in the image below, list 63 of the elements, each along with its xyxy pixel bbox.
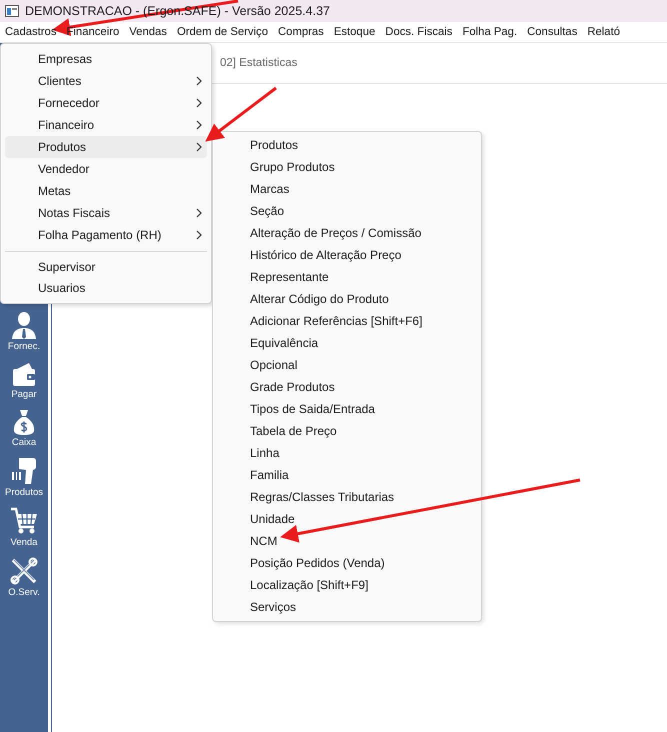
menu-item[interactable]: Opcional [213, 354, 481, 376]
menu-item[interactable]: Tipos de Saida/Entrada [213, 398, 481, 420]
menu-item[interactable]: Folha Pag. [462, 26, 518, 38]
menu-item[interactable]: Representante [213, 266, 481, 288]
menu-item[interactable]: Unidade [213, 508, 481, 530]
menu-item[interactable]: Linha [213, 442, 481, 464]
menu-item[interactable]: Tabela de Preço [213, 420, 481, 442]
menu-item[interactable]: Compras [278, 26, 324, 38]
menu-item[interactable]: Adicionar Referências [Shift+F6] [213, 310, 481, 332]
sidebar-label[interactable]: Venda [10, 537, 38, 548]
menu-item[interactable]: Equivalência [213, 332, 481, 354]
menu-item[interactable]: Estoque [334, 26, 376, 38]
sidebar-label[interactable]: Produtos [4, 487, 44, 498]
menu-item[interactable]: Fornecedor [5, 92, 207, 114]
menu-item[interactable]: Localização [Shift+F9] [213, 574, 481, 596]
menu-item[interactable]: Produtos [5, 136, 207, 158]
menu-item[interactable]: Supervisor [5, 251, 207, 277]
chevron-right-icon [196, 230, 202, 240]
chevron-right-icon [196, 120, 202, 130]
menu-item[interactable]: Alterar Código do Produto [213, 288, 481, 310]
tab[interactable]: 02] Estatisticas [220, 57, 298, 69]
menu-item[interactable]: Vendedor [5, 158, 207, 180]
menu-item[interactable]: Empresas [5, 48, 207, 70]
person-icon[interactable] [11, 311, 37, 339]
menu-item[interactable]: Familia [213, 464, 481, 486]
menu-item[interactable]: Ordem de Serviço [176, 26, 268, 38]
menu-item[interactable]: Alteração de Preços / Comissão [213, 222, 481, 244]
menu-item[interactable]: Grupo Produtos [213, 156, 481, 178]
menu-item[interactable]: Folha Pagamento (RH) [5, 224, 207, 246]
money-bag-icon[interactable] [12, 409, 36, 435]
tools-icon[interactable] [10, 557, 38, 585]
menu-item[interactable]: Produtos [213, 134, 481, 156]
menu-item[interactable]: Serviços [213, 596, 481, 618]
menu-item[interactable]: Histórico de Alteração Preço [213, 244, 481, 266]
menu-item[interactable]: Metas [5, 180, 207, 202]
sidebar-label[interactable]: Pagar [11, 389, 37, 400]
menu-item[interactable]: Cadastros [5, 26, 56, 38]
wallet-icon[interactable] [11, 361, 37, 387]
menu-item[interactable]: Vendas [129, 26, 167, 38]
chevron-right-icon [196, 142, 202, 152]
menu-item[interactable]: Clientes [5, 70, 207, 92]
menu-item[interactable]: Seção [213, 200, 481, 222]
menu-item[interactable]: Notas Fiscais [5, 202, 207, 224]
menu-item[interactable]: Regras/Classes Tributarias [213, 486, 481, 508]
menu-item[interactable]: Relató [587, 26, 620, 38]
menu-item[interactable]: Consultas [527, 26, 578, 38]
menu-item[interactable]: Financeiro [5, 114, 207, 136]
barcode-scanner-icon[interactable] [11, 457, 37, 485]
arrow-annotation [205, 86, 277, 142]
menu-item[interactable]: NCM [213, 530, 481, 552]
sidebar-label[interactable]: Fornec. [8, 341, 40, 352]
menu-item[interactable]: Grade Produtos [213, 376, 481, 398]
sidebar-label[interactable]: Caixa [12, 437, 36, 448]
chevron-right-icon [196, 98, 202, 108]
chevron-right-icon [196, 208, 202, 218]
menu-item[interactable]: Docs. Fiscais [385, 26, 452, 38]
window-icon [5, 5, 19, 17]
menu-item[interactable]: Posição Pedidos (Venda) [213, 552, 481, 574]
menu-item[interactable]: Marcas [213, 178, 481, 200]
menu-item[interactable]: Usuarios [5, 277, 207, 299]
sidebar-label[interactable]: O.Serv. [8, 587, 40, 598]
shopping-cart-icon[interactable] [10, 507, 38, 535]
chevron-right-icon [196, 76, 202, 86]
